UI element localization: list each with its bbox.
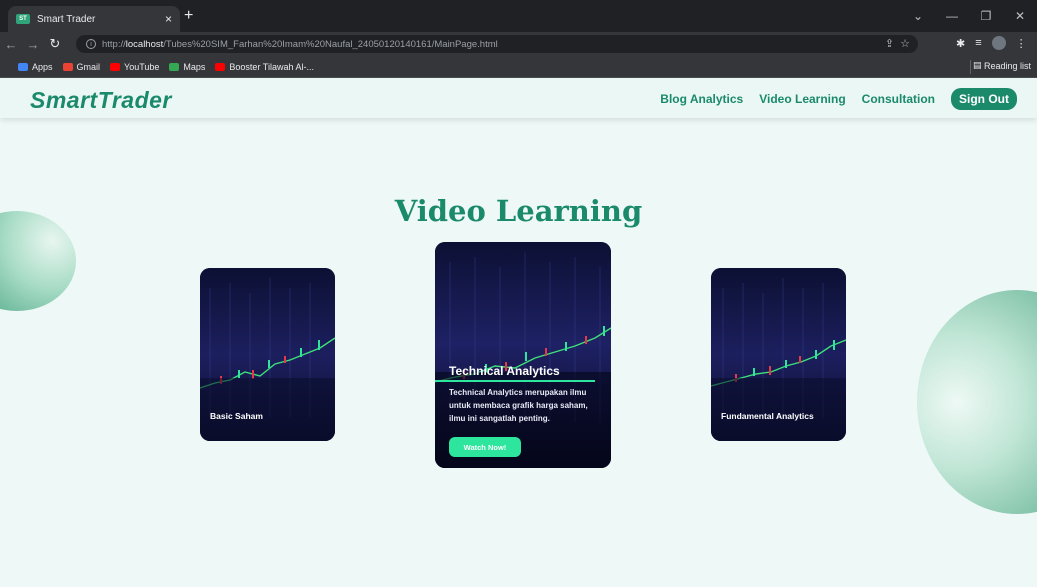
bookmarks-bar: Apps Gmail YouTube Maps Booster Tilawah … <box>0 56 1037 78</box>
profile-avatar[interactable] <box>991 36 1006 50</box>
maps-icon <box>169 62 180 71</box>
site-navbar: SmartTrader Blog Analytics Video Learnin… <box>0 78 1037 118</box>
web-page: SmartTrader Blog Analytics Video Learnin… <box>0 78 1037 587</box>
nav-blog-analytics[interactable]: Blog Analytics <box>660 92 743 106</box>
section-title: Video Learning <box>394 194 643 228</box>
card-fundamental-analytics[interactable]: Fundamental Analytics <box>711 268 846 441</box>
extensions-icon[interactable]: ✱ <box>956 37 965 50</box>
apps-grid-icon <box>18 62 28 71</box>
card-label: Basic Saham <box>210 411 263 421</box>
bookmark-booster-tilawah[interactable]: Booster Tilawah Al-... <box>215 62 314 72</box>
stock-chart-image <box>435 242 611 468</box>
divider <box>970 60 971 74</box>
nav-links: Blog Analytics Video Learning Consultati… <box>644 88 1017 110</box>
gmail-icon <box>62 62 73 71</box>
card-technical-analytics[interactable]: Technical Analytics Technical Analytics … <box>435 242 611 468</box>
close-tab-icon[interactable]: × <box>165 12 172 26</box>
watch-now-button[interactable]: Watch Now! <box>449 437 521 457</box>
bookmark-star-icon[interactable]: ⇪ ☆ <box>885 37 910 50</box>
reading-list-button[interactable]: ▤ Reading list <box>973 60 1031 71</box>
card-label: Fundamental Analytics <box>721 411 814 421</box>
menu-icon[interactable]: ⋮ <box>1016 37 1027 50</box>
reload-icon[interactable]: ↻ <box>44 36 66 52</box>
minimize-icon[interactable]: — <box>935 9 969 23</box>
bookmark-apps[interactable]: Apps <box>18 62 53 72</box>
browser-toolbar: ← → ↻ i http://localhost/Tubes%20SIM_Far… <box>0 32 1037 56</box>
sign-out-button[interactable]: Sign Out <box>951 88 1017 110</box>
youtube-icon <box>110 62 121 71</box>
reading-list-icon: ▤ <box>972 60 984 70</box>
back-icon[interactable]: ← <box>0 37 22 52</box>
new-tab-button[interactable]: + <box>184 8 193 24</box>
site-info-icon[interactable]: i <box>86 39 96 49</box>
close-window-icon[interactable]: ✕ <box>1003 9 1037 23</box>
bookmark-maps[interactable]: Maps <box>169 62 205 72</box>
extensions-area: ✱ ≡ ⋮ <box>956 36 1027 50</box>
tab-search-icon[interactable]: ⌄ <box>901 9 935 23</box>
site-favicon-icon: ST <box>16 14 30 24</box>
title-underline <box>435 380 595 382</box>
nav-consultation[interactable]: Consultation <box>862 92 935 106</box>
tab-strip: ST Smart Trader × + ⌄ — ❐ ✕ <box>0 0 1037 32</box>
url-text: http://localhost/Tubes%20SIM_Farhan%20Im… <box>102 38 498 50</box>
address-bar[interactable]: i http://localhost/Tubes%20SIM_Farhan%20… <box>76 35 918 53</box>
bookmark-youtube[interactable]: YouTube <box>110 62 159 72</box>
site-logo[interactable]: SmartTrader <box>30 87 172 114</box>
bookmark-gmail[interactable]: Gmail <box>62 62 100 72</box>
card-description: Technical Analytics merupakan ilmu untuk… <box>449 388 588 423</box>
forward-icon[interactable]: → <box>22 37 44 52</box>
card-title: Technical Analytics <box>449 364 560 378</box>
browser-window: ST Smart Trader × + ⌄ — ❐ ✕ ← → ↻ i http… <box>0 0 1037 587</box>
youtube-icon <box>215 62 226 71</box>
media-icon[interactable]: ≡ <box>975 37 981 49</box>
restore-icon[interactable]: ❐ <box>969 9 1003 23</box>
browser-tab[interactable]: ST Smart Trader × <box>8 6 180 32</box>
decorative-circle-right <box>917 290 1037 514</box>
window-controls: ⌄ — ❐ ✕ <box>901 0 1037 32</box>
tab-title: Smart Trader <box>37 13 96 25</box>
nav-video-learning[interactable]: Video Learning <box>759 92 845 106</box>
card-basic-saham[interactable]: Basic Saham <box>200 268 335 441</box>
